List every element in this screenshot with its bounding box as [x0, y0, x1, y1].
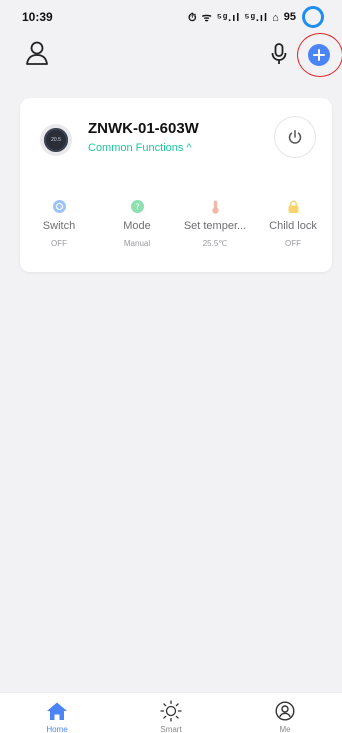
plus-icon	[313, 49, 325, 61]
device-card[interactable]: 20.5 ZNWK-01-603W Common Functions ^ Swi…	[20, 98, 332, 272]
svg-text:?: ?	[135, 203, 139, 212]
question-dot-icon: ?	[130, 200, 144, 213]
nav-label: Smart	[160, 725, 182, 733]
function-mode[interactable]: ? Mode Manual	[98, 200, 176, 260]
bottom-nav: Home Smart Me	[0, 692, 342, 733]
function-value: Manual	[123, 239, 151, 248]
person-circle-icon	[274, 701, 296, 721]
function-switch[interactable]: Switch OFF	[20, 200, 98, 260]
power-button[interactable]	[274, 116, 316, 158]
sun-icon	[160, 700, 182, 722]
function-child-lock[interactable]: Child lock OFF	[254, 200, 332, 260]
floating-ring-icon	[302, 6, 324, 28]
status-bar: 10:39 ⏱ ᯤ ⁵ᵍ.ıl ⁵ᵍ.ıl ⌂ 95	[0, 0, 342, 34]
battery-level: 95	[283, 11, 296, 23]
function-set-temperature[interactable]: Set temper... 25.5℃	[176, 200, 254, 260]
thermostat-display: 20.5	[44, 128, 68, 152]
device-name: ZNWK-01-603W	[88, 120, 199, 137]
microphone-icon[interactable]	[270, 43, 288, 65]
thermostat-thumbnail-icon: 20.5	[40, 124, 72, 156]
nav-item-me[interactable]: Me	[228, 693, 342, 733]
status-right: ⏱ ᯤ ⁵ᵍ.ıl ⁵ᵍ.ıl ⌂ 95	[188, 6, 324, 28]
function-label: Child lock	[269, 220, 317, 232]
nav-item-smart[interactable]: Smart	[114, 693, 228, 733]
function-value: OFF	[285, 239, 301, 248]
nav-label: Me	[279, 725, 291, 733]
power-icon	[288, 130, 302, 144]
top-bar	[0, 33, 342, 78]
lock-icon	[287, 200, 300, 213]
nav-label: Home	[46, 725, 68, 733]
function-row: Switch OFF ? Mode Manual Set temper... 2…	[20, 200, 332, 260]
function-value: OFF	[51, 239, 67, 248]
function-value: 25.5℃	[202, 239, 228, 248]
person-outline-icon[interactable]	[25, 40, 49, 66]
home-icon	[46, 701, 68, 721]
function-label: Set temper...	[183, 220, 247, 232]
common-functions-toggle[interactable]: Common Functions ^	[88, 142, 192, 154]
status-time: 10:39	[22, 10, 53, 24]
function-label: Switch	[42, 220, 76, 232]
function-label: Mode	[123, 220, 151, 232]
nav-item-home[interactable]: Home	[0, 693, 114, 733]
power-dot-icon	[52, 200, 66, 213]
add-device-button[interactable]	[308, 44, 330, 66]
status-icons: ⏱ ᯤ ⁵ᵍ.ıl ⁵ᵍ.ıl ⌂	[187, 11, 280, 24]
thermometer-icon	[209, 200, 222, 214]
